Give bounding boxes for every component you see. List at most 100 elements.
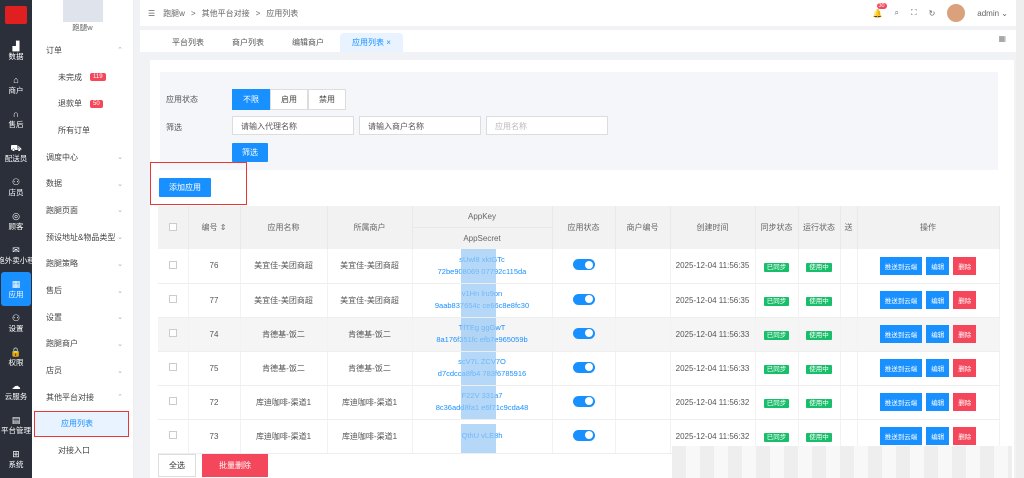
col-id[interactable]: 编号 ⇕ bbox=[188, 206, 241, 249]
rail-item-1[interactable]: ⌂ 商户 bbox=[0, 68, 32, 102]
status-option-enabled[interactable]: 启用 bbox=[270, 89, 308, 110]
rider-icon: ⛟ bbox=[10, 142, 22, 153]
push-cloud-button[interactable]: 推送到云端 bbox=[879, 427, 923, 445]
rail-item-11[interactable]: ▤ 平台管理 bbox=[0, 408, 32, 442]
edit-button[interactable]: 编辑 bbox=[926, 325, 950, 343]
edit-button[interactable]: 编辑 bbox=[926, 256, 950, 275]
status-toggle[interactable] bbox=[572, 361, 595, 373]
status-toggle[interactable] bbox=[572, 259, 595, 271]
menu-item-3[interactable]: 所有订单 bbox=[32, 117, 133, 144]
bell-icon[interactable]: 🔔 30 bbox=[873, 2, 887, 18]
row-checkbox[interactable] bbox=[168, 295, 177, 303]
tab-3[interactable]: 应用列表 × bbox=[340, 33, 403, 52]
rail-item-8[interactable]: ⚇ 设置 bbox=[0, 306, 32, 340]
customer-icon: ◎ bbox=[12, 210, 20, 221]
menu-item-0[interactable]: 订单 ⌃ bbox=[32, 37, 133, 64]
edit-button[interactable]: 编辑 bbox=[926, 427, 950, 445]
row-checkbox[interactable] bbox=[168, 397, 177, 405]
row-checkbox[interactable] bbox=[168, 363, 177, 371]
breadcrumb-item[interactable]: 其他平台对接 bbox=[202, 9, 250, 18]
add-app-button[interactable]: 添加应用 bbox=[159, 178, 211, 197]
breadcrumb-item: > bbox=[255, 8, 261, 18]
avatar[interactable] bbox=[947, 4, 966, 22]
user-menu[interactable]: admin ⌄ bbox=[977, 9, 1008, 18]
icon-rail: ▟ 数据 ⌂ 商户 ∩ 售后 ⛟ 配送员 ⚇ 店员 ◎ 顾客 ✉ 跑外卖小程 ▦ 应用 ⚇ 设置 🔒 权限 ☁ 云服务 ▤ 平… bbox=[0, 0, 35, 478]
delete-button[interactable]: 删除 bbox=[953, 256, 977, 275]
menu-item-12[interactable]: 店员 ⌄ bbox=[32, 357, 133, 384]
col-run: 运行状态 bbox=[798, 206, 841, 249]
agent-name-input[interactable]: 请输入代理名称 bbox=[232, 116, 354, 135]
headset-icon: ∩ bbox=[12, 108, 20, 119]
delete-button[interactable]: 删除 bbox=[953, 291, 977, 309]
run-tag: 使用中 bbox=[806, 365, 832, 374]
chevron-icon: ⌄ bbox=[117, 154, 123, 162]
push-cloud-button[interactable]: 推送到云端 bbox=[879, 325, 923, 343]
rail-item-10[interactable]: ☁ 云服务 bbox=[0, 374, 32, 408]
status-toggle[interactable] bbox=[572, 395, 595, 407]
fullscreen-icon[interactable]: ⛶ bbox=[911, 8, 917, 18]
rail-item-7[interactable]: ▦ 应用 bbox=[1, 272, 31, 306]
rail-item-0[interactable]: ▟ 数据 bbox=[0, 34, 32, 68]
collapse-menu-icon[interactable]: ☰ bbox=[148, 9, 155, 18]
edit-button[interactable]: 编辑 bbox=[926, 291, 950, 309]
menu-item-15[interactable]: 对接入口 bbox=[32, 437, 133, 464]
menu-item-8[interactable]: 跑腿策略 ⌄ bbox=[32, 251, 133, 278]
row-checkbox[interactable] bbox=[168, 329, 177, 337]
menu-item-7[interactable]: 预设地址&物品类型 ⌄ bbox=[32, 224, 133, 251]
rail-item-4[interactable]: ⚇ 店员 bbox=[0, 170, 32, 204]
delete-button[interactable]: 删除 bbox=[953, 427, 977, 445]
menu-item-6[interactable]: 跑腿页面 ⌄ bbox=[32, 197, 133, 224]
menu-item-13[interactable]: 其他平台对接 ⌃ bbox=[32, 384, 133, 411]
filter-button[interactable]: 筛选 bbox=[232, 143, 268, 162]
edit-button[interactable]: 编辑 bbox=[926, 359, 950, 377]
batch-delete-button[interactable]: 批量删除 bbox=[202, 454, 268, 477]
filter-label: 筛选 bbox=[166, 123, 182, 132]
menu-item-14[interactable]: 应用列表 bbox=[34, 410, 129, 438]
sync-tag: 已同步 bbox=[763, 399, 790, 408]
breadcrumb-item[interactable]: 应用列表 bbox=[266, 9, 298, 18]
status-toggle[interactable] bbox=[572, 293, 595, 305]
breadcrumb: 跑腿w > 其他平台对接 > 应用列表 bbox=[163, 8, 304, 19]
rail-item-2[interactable]: ∩ 售后 bbox=[0, 102, 32, 136]
search-icon[interactable]: ⌕ bbox=[894, 8, 898, 18]
push-cloud-button[interactable]: 推送到云端 bbox=[879, 291, 923, 309]
status-toggle[interactable] bbox=[572, 429, 595, 441]
push-cloud-button[interactable]: 推送到云端 bbox=[879, 393, 923, 411]
status-option-disabled[interactable]: 禁用 bbox=[308, 89, 346, 110]
edit-button[interactable]: 编辑 bbox=[926, 393, 950, 411]
delete-button[interactable]: 删除 bbox=[953, 325, 977, 343]
delete-button[interactable]: 删除 bbox=[953, 359, 977, 377]
select-all-button[interactable]: 全选 bbox=[158, 454, 196, 477]
rail-item-5[interactable]: ◎ 顾客 bbox=[0, 204, 32, 238]
row-checkbox[interactable] bbox=[168, 431, 177, 439]
breadcrumb-item[interactable]: 跑腿w bbox=[163, 9, 185, 18]
menu-item-5[interactable]: 数据 ⌄ bbox=[32, 170, 133, 197]
tab-2[interactable]: 编辑商户 bbox=[280, 33, 336, 52]
rail-item-12[interactable]: ⊞ 系统 bbox=[0, 442, 32, 476]
rail-item-3[interactable]: ⛟ 配送员 bbox=[0, 136, 32, 170]
menu-item-2[interactable]: 退款单 50 bbox=[32, 90, 133, 117]
push-cloud-button[interactable]: 推送到云端 bbox=[879, 359, 923, 377]
tab-1[interactable]: 商户列表 bbox=[220, 33, 276, 52]
menu-item-1[interactable]: 未完成 119 bbox=[32, 64, 133, 91]
status-toggle[interactable] bbox=[572, 327, 595, 339]
scrollbar[interactable] bbox=[1016, 0, 1024, 478]
menu-item-10[interactable]: 设置 ⌄ bbox=[32, 304, 133, 331]
merchant-name-input[interactable]: 请输入商户名称 bbox=[359, 116, 481, 135]
sync-tag: 已同步 bbox=[763, 297, 790, 306]
tab-0[interactable]: 平台列表 bbox=[160, 33, 216, 52]
app-name-input[interactable]: 应用名称 bbox=[486, 116, 608, 135]
push-cloud-button[interactable]: 推送到云端 bbox=[879, 256, 923, 275]
col-merchant: 所属商户 bbox=[327, 206, 413, 249]
select-all-checkbox[interactable] bbox=[158, 206, 189, 249]
status-option-all[interactable]: 不限 bbox=[232, 89, 270, 110]
row-checkbox[interactable] bbox=[168, 260, 177, 269]
delete-button[interactable]: 删除 bbox=[953, 393, 977, 411]
grid-icon[interactable]: ▦ bbox=[998, 34, 1006, 43]
menu-item-11[interactable]: 跑腿商户 ⌄ bbox=[32, 331, 133, 358]
rail-item-6[interactable]: ✉ 跑外卖小程 bbox=[0, 238, 35, 272]
menu-item-9[interactable]: 售后 ⌄ bbox=[32, 277, 133, 304]
menu-item-4[interactable]: 调度中心 ⌄ bbox=[32, 144, 133, 171]
rail-item-9[interactable]: 🔒 权限 bbox=[0, 340, 32, 374]
refresh-icon[interactable]: ↻ bbox=[929, 9, 936, 18]
